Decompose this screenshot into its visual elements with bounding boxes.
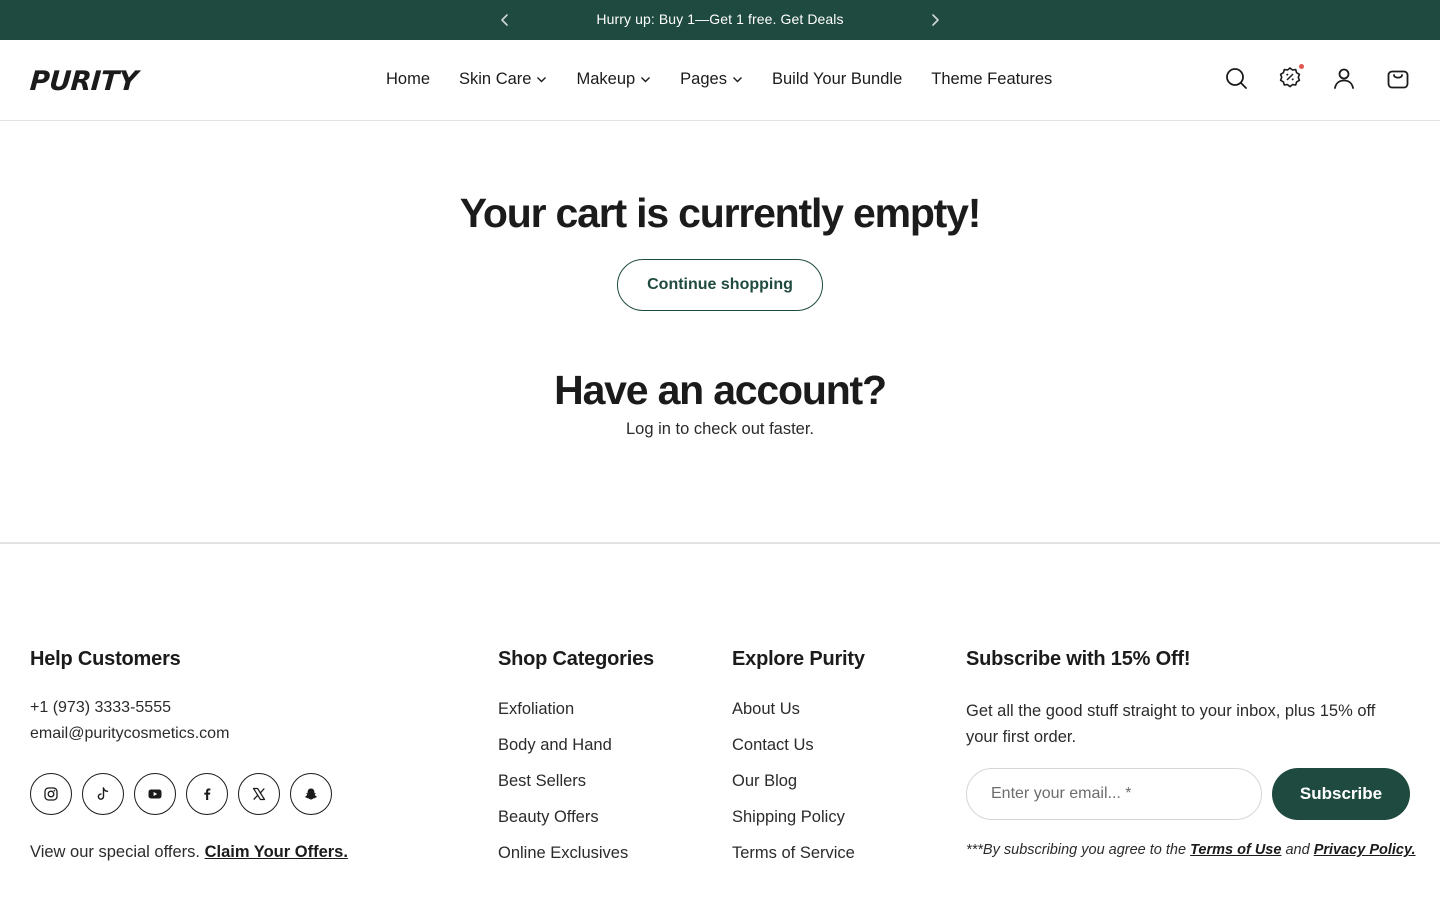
footer-link-best-sellers[interactable]: Best Sellers — [498, 770, 628, 806]
footer-explore-heading: Explore Purity — [732, 648, 865, 670]
footer-divider — [0, 542, 1440, 544]
privacy-policy-link[interactable]: Privacy Policy. — [1314, 842, 1416, 858]
footer-link-online-exclusives[interactable]: Online Exclusives — [498, 842, 628, 878]
footer-help-column: Help Customers — [30, 648, 181, 671]
shop-links: Exfoliation Body and Hand Best Sellers B… — [498, 698, 628, 878]
header-icons — [1224, 64, 1410, 90]
subscribe-button[interactable]: Subscribe — [1272, 768, 1410, 820]
terms-of-use-link[interactable]: Terms of Use — [1190, 842, 1281, 858]
logo[interactable]: PURITY — [29, 66, 139, 97]
nav-item-skin-care[interactable]: Skin Care — [459, 70, 547, 89]
footer-link-exfoliation[interactable]: Exfoliation — [498, 698, 628, 734]
x-icon — [252, 787, 266, 801]
nav-item-makeup[interactable]: Makeup — [576, 70, 651, 89]
tiktok-icon — [97, 787, 109, 800]
notification-dot — [1299, 64, 1304, 69]
nav-label: Pages — [680, 70, 727, 88]
account-icon[interactable] — [1332, 66, 1356, 90]
announcement-text[interactable]: Hurry up: Buy 1—Get 1 free. Get Deals — [0, 11, 1440, 27]
login-prompt-text[interactable]: Log in to check out faster. — [0, 420, 1440, 439]
footer-explore-column: Explore Purity — [732, 648, 865, 671]
facebook-icon — [204, 788, 211, 800]
footer-link-shipping-policy[interactable]: Shipping Policy — [732, 806, 855, 842]
explore-links: About Us Contact Us Our Blog Shipping Po… — [732, 698, 855, 878]
email-address[interactable]: email@puritycosmetics.com — [30, 725, 229, 743]
footer-help-heading: Help Customers — [30, 648, 181, 670]
continue-shopping-button[interactable]: Continue shopping — [617, 259, 823, 311]
cart-icon[interactable] — [1386, 66, 1410, 90]
newsletter-email-input[interactable] — [966, 768, 1262, 820]
footer-link-beauty-offers[interactable]: Beauty Offers — [498, 806, 628, 842]
instagram-icon — [44, 787, 58, 801]
legal-and: and — [1285, 842, 1310, 858]
nav-item-home[interactable]: Home — [386, 70, 430, 89]
chevron-down-icon — [641, 77, 651, 83]
main-nav: Home Skin Care Makeup Pages Build Your B… — [386, 70, 1081, 89]
instagram-link[interactable] — [30, 773, 72, 815]
social-links — [30, 773, 332, 815]
subscribe-legal-text: ***By subscribing you agree to the Terms… — [966, 842, 1416, 858]
youtube-link[interactable] — [134, 773, 176, 815]
nav-label: Home — [386, 70, 431, 88]
nav-item-pages[interactable]: Pages — [680, 70, 743, 89]
subscribe-description: Get all the good stuff straight to your … — [966, 702, 1376, 746]
footer-subscribe-heading: Subscribe with 15% Off! — [966, 648, 1191, 670]
nav-item-build-your-bundle[interactable]: Build Your Bundle — [772, 70, 902, 89]
snapchat-link[interactable] — [290, 773, 332, 815]
phone-number[interactable]: +1 (973) 3333-5555 — [30, 699, 171, 717]
footer-link-body-and-hand[interactable]: Body and Hand — [498, 734, 628, 770]
snapchat-icon — [305, 788, 317, 800]
claim-offers-link[interactable]: Claim Your Offers. — [205, 843, 348, 861]
footer-shop-column: Shop Categories — [498, 648, 654, 671]
announcement-bar: Hurry up: Buy 1—Get 1 free. Get Deals — [0, 0, 1440, 40]
nav-label: Build Your Bundle — [771, 70, 903, 88]
have-account-title: Have an account? — [554, 367, 887, 413]
site-header: PURITY Home Skin Care Makeup Pages Build… — [0, 40, 1440, 121]
facebook-link[interactable] — [186, 773, 228, 815]
footer-subscribe-column: Subscribe with 15% Off! — [966, 648, 1410, 671]
offer-label: View our special offers. — [30, 843, 200, 861]
nav-label: Makeup — [576, 70, 636, 88]
footer-link-about-us[interactable]: About Us — [732, 698, 855, 734]
search-icon[interactable] — [1224, 66, 1248, 90]
nav-item-theme-features[interactable]: Theme Features — [931, 70, 1052, 89]
legal-prefix: ***By subscribing you agree to the — [966, 842, 1187, 858]
x-twitter-link[interactable] — [238, 773, 280, 815]
youtube-icon — [148, 789, 162, 799]
footer-shop-heading: Shop Categories — [498, 648, 654, 670]
chevron-down-icon — [537, 77, 547, 83]
footer-link-terms-of-service[interactable]: Terms of Service — [732, 842, 855, 878]
footer-link-our-blog[interactable]: Our Blog — [732, 770, 855, 806]
special-offers-text: View our special offers. Claim Your Offe… — [30, 843, 348, 862]
empty-cart-title: Your cart is currently empty! — [459, 190, 982, 236]
footer-link-contact-us[interactable]: Contact Us — [732, 734, 855, 770]
chevron-down-icon — [732, 77, 742, 83]
nav-label: Skin Care — [459, 70, 532, 88]
tiktok-link[interactable] — [82, 773, 124, 815]
discount-badge-icon[interactable] — [1278, 64, 1304, 90]
chevron-right-icon[interactable] — [926, 11, 944, 29]
nav-label: Theme Features — [931, 70, 1053, 88]
